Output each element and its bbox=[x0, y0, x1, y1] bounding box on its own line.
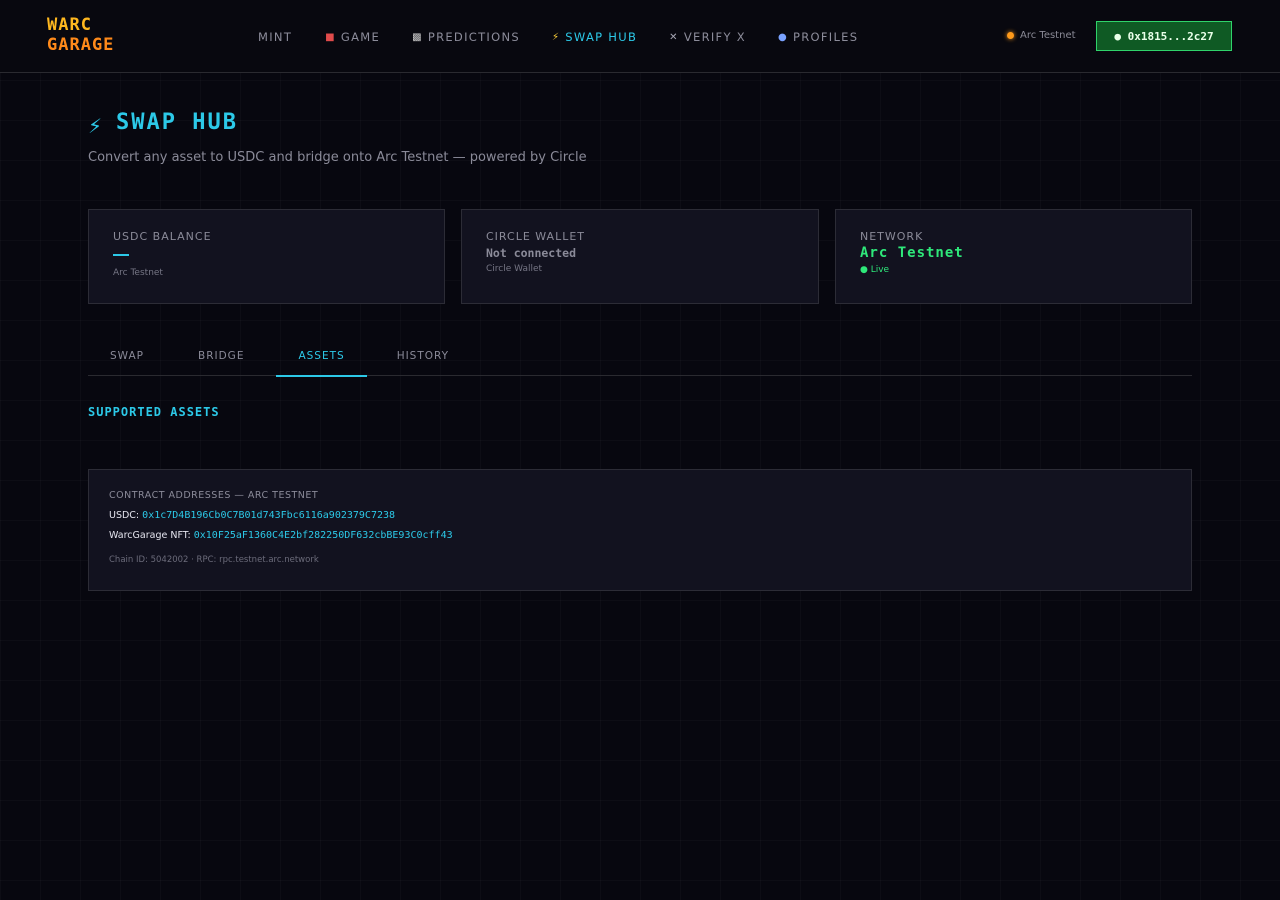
tab-history[interactable]: HISTORY bbox=[375, 339, 471, 372]
nav-item-predictions[interactable]: ▩ PREDICTIONS bbox=[412, 30, 520, 44]
circle-wallet-card: CIRCLE WALLET Not connected Circle Walle… bbox=[461, 209, 819, 304]
nav-item-verify-x[interactable]: ✕ VERIFY X bbox=[669, 30, 746, 44]
network-name: Arc Testnet bbox=[860, 245, 964, 261]
nav-item-swap-hub[interactable]: ⚡ SWAP HUB bbox=[552, 30, 637, 44]
nav-item-profiles[interactable]: ● PROFILES bbox=[778, 30, 858, 44]
usdc-contract-address[interactable]: 0x1c7D4B196Cb0C7B01d743Fbc6116a902379C72… bbox=[142, 510, 395, 521]
usdc-balance-card: USDC BALANCE Arc Testnet bbox=[88, 209, 445, 304]
nav-item-label: PROFILES bbox=[792, 30, 859, 44]
lightning-icon: ⚡ bbox=[551, 31, 561, 43]
contract-label: WarcGarage NFT: bbox=[109, 530, 191, 541]
brand-logo[interactable]: WARC GARAGE bbox=[47, 15, 114, 55]
nav-item-label: VERIFY X bbox=[683, 30, 746, 44]
nav-item-mint[interactable]: MINT bbox=[258, 30, 292, 44]
card-sub: Circle Wallet bbox=[486, 264, 543, 274]
person-icon: ● bbox=[777, 31, 788, 43]
tab-assets[interactable]: ASSETS bbox=[276, 339, 367, 377]
contract-label: USDC: bbox=[109, 510, 140, 521]
network-indicator: Arc Testnet bbox=[1007, 30, 1076, 41]
page-title: ⚡ SWAP HUB bbox=[88, 110, 239, 138]
card-sub: Arc Testnet bbox=[113, 268, 163, 278]
contract-row-usdc: USDC: 0x1c7D4B196Cb0C7B01d743Fbc6116a902… bbox=[109, 510, 1171, 521]
card-label: CIRCLE WALLET bbox=[486, 230, 586, 243]
balance-empty-indicator bbox=[113, 254, 129, 256]
network-indicator-label: Arc Testnet bbox=[1020, 30, 1076, 41]
contract-addresses-panel: CONTRACT ADDRESSES — ARC TESTNET USDC: 0… bbox=[88, 469, 1192, 591]
contract-row-nft: WarcGarage NFT: 0x10F25aF1360C4E2bf28225… bbox=[109, 530, 1171, 541]
chain-meta: Chain ID: 5042002 · RPC: rpc.testnet.arc… bbox=[109, 555, 319, 565]
page-subtitle: Convert any asset to USDC and bridge ont… bbox=[88, 150, 587, 165]
network-status-dot bbox=[1007, 32, 1014, 39]
joystick-icon: ■ bbox=[325, 31, 336, 43]
checkered-flag-icon: ▩ bbox=[412, 31, 423, 43]
wallet-address-button[interactable]: ● 0x1815...2c27 bbox=[1096, 21, 1232, 51]
contracts-heading: CONTRACT ADDRESSES — ARC TESTNET bbox=[109, 490, 319, 501]
nav-item-label: GAME bbox=[340, 30, 381, 44]
card-label: USDC BALANCE bbox=[113, 230, 212, 243]
swap-hub-tabs: SWAP BRIDGE ASSETS HISTORY bbox=[88, 343, 1192, 377]
nav-item-label: MINT bbox=[258, 30, 293, 44]
nav-item-game[interactable]: ■ GAME bbox=[325, 30, 380, 44]
main-nav: MINT ■ GAME ▩ PREDICTIONS ⚡ SWAP HUB ✕ V… bbox=[258, 28, 858, 46]
page-title-text: SWAP HUB bbox=[116, 110, 239, 135]
section-title: SUPPORTED ASSETS bbox=[88, 405, 220, 419]
nft-contract-address[interactable]: 0x10F25aF1360C4E2bf282250DF632cbBE93C0cf… bbox=[194, 530, 453, 541]
network-live-status: ● Live bbox=[860, 265, 890, 275]
brand-logo-line1: WARC bbox=[47, 15, 92, 35]
card-label: NETWORK bbox=[860, 230, 924, 243]
wallet-status: Not connected bbox=[486, 246, 577, 260]
brand-logo-line2: GARAGE bbox=[47, 35, 115, 55]
tab-swap[interactable]: SWAP bbox=[88, 339, 166, 372]
tab-bridge[interactable]: BRIDGE bbox=[176, 339, 266, 372]
network-card: NETWORK Arc Testnet ● Live bbox=[835, 209, 1192, 304]
lightning-icon: ⚡ bbox=[88, 113, 103, 138]
nav-item-label: SWAP HUB bbox=[565, 30, 638, 44]
x-icon: ✕ bbox=[669, 31, 679, 43]
nav-item-label: PREDICTIONS bbox=[427, 30, 520, 44]
top-navigation-bar: WARC GARAGE MINT ■ GAME ▩ PREDICTIONS ⚡ … bbox=[0, 0, 1280, 73]
